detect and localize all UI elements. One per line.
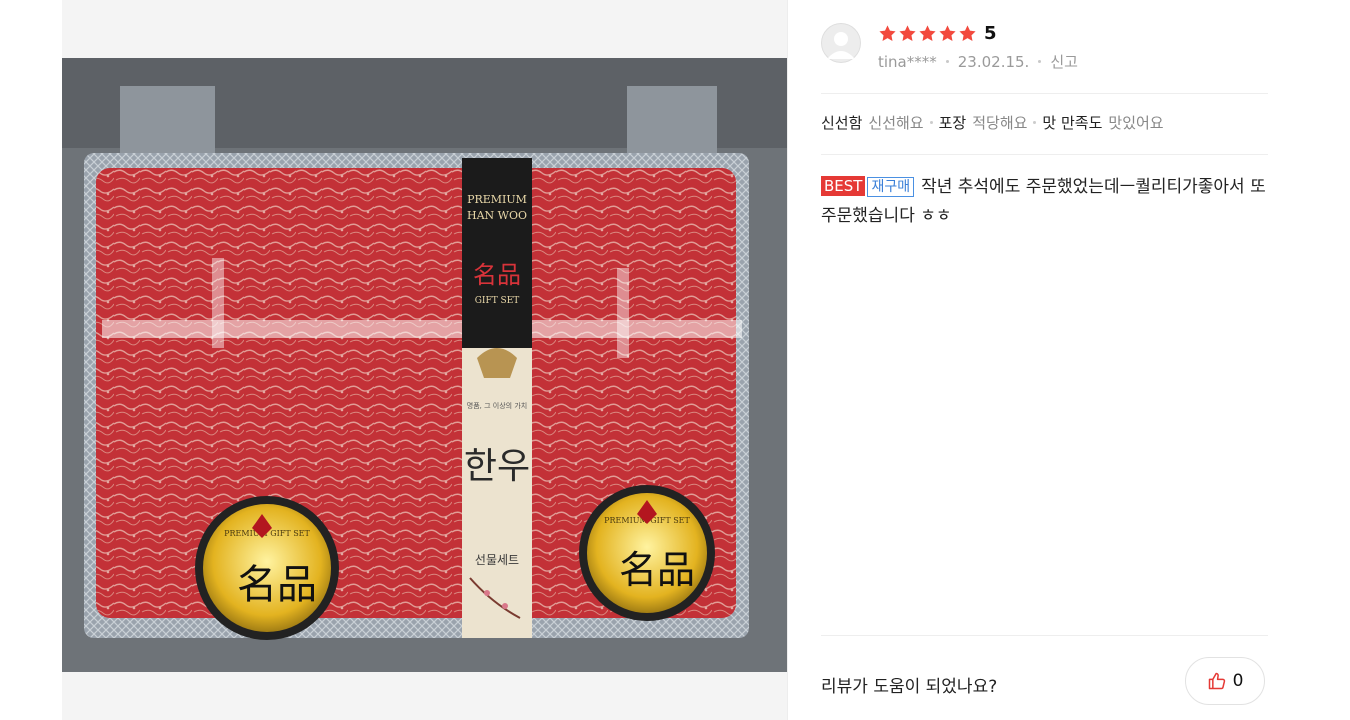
star-icon bbox=[939, 24, 956, 41]
star-icon bbox=[959, 24, 976, 41]
rating-score: 5 bbox=[984, 22, 997, 44]
label-gift-set: GIFT SET bbox=[475, 296, 520, 306]
attr-separator bbox=[1033, 121, 1037, 124]
attr-separator bbox=[929, 121, 933, 124]
section-divider bbox=[821, 93, 1268, 94]
rebuy-badge: 재구매 bbox=[867, 177, 915, 197]
attr-key-freshness: 신선함 bbox=[821, 114, 863, 132]
label-premium: PREMIUM bbox=[467, 193, 527, 206]
avatar-placeholder-icon bbox=[821, 23, 861, 63]
thumbs-up-icon bbox=[1208, 672, 1225, 690]
attr-key-packaging: 포장 bbox=[938, 114, 967, 132]
star-icon bbox=[919, 24, 936, 41]
vertical-divider bbox=[787, 0, 788, 720]
helpful-count: 0 bbox=[1232, 671, 1244, 691]
author-name: tina**** bbox=[878, 52, 937, 71]
section-divider bbox=[821, 154, 1268, 155]
star-icon bbox=[899, 24, 916, 41]
review-meta: tina**** 23.02.15. 신고 bbox=[878, 51, 1078, 72]
helpful-question: 리뷰가 도움이 되었나요? bbox=[821, 677, 998, 697]
attr-value-freshness: 신선해요 bbox=[868, 114, 924, 132]
review-photo-panel: PREMIUM HAN WOO 名品 GIFT SET 명품, 그 이상의 가치… bbox=[62, 0, 787, 720]
label-hanwoo: 한우 bbox=[464, 446, 530, 487]
meta-separator bbox=[945, 60, 949, 63]
label-sub: 선물세트 bbox=[475, 553, 519, 567]
label-hanja: 名品 bbox=[473, 261, 521, 289]
helpful-button[interactable]: 0 bbox=[1185, 657, 1265, 705]
review-detail: 5 tina**** 23.02.15. 신고 신선함 신선해요 포장 적당해요… bbox=[821, 0, 1268, 720]
review-date: 23.02.15. bbox=[957, 52, 1030, 71]
avatar bbox=[821, 23, 861, 63]
label-hanwoo-en: HAN WOO bbox=[467, 209, 527, 222]
attr-key-taste: 맛 만족도 bbox=[1042, 114, 1103, 132]
meta-separator bbox=[1038, 60, 1042, 63]
seal-left-hanja: 名品 bbox=[237, 562, 317, 608]
report-link[interactable]: 신고 bbox=[1050, 51, 1078, 72]
section-divider bbox=[821, 635, 1268, 636]
review-photo[interactable]: PREMIUM HAN WOO 名品 GIFT SET 명품, 그 이상의 가치… bbox=[62, 58, 787, 672]
best-badge: BEST bbox=[821, 176, 866, 196]
review-content: BEST 재구매 작년 추석에도 주문했었는데ㅡ퀄리티가좋아서 또 주문했습니다 ㅎ… bbox=[821, 173, 1266, 231]
star-icon bbox=[879, 24, 896, 41]
attr-value-packaging: 적당해요 bbox=[972, 114, 1028, 132]
star-rating: 5 bbox=[878, 22, 997, 44]
label-poem: 명품, 그 이상의 가치 bbox=[467, 401, 527, 410]
review-attributes: 신선함 신선해요 포장 적당해요 맛 만족도 맛있어요 bbox=[821, 112, 1164, 133]
seal-right-hanja: 名品 bbox=[619, 548, 695, 592]
attr-value-taste: 맛있어요 bbox=[1108, 114, 1164, 132]
